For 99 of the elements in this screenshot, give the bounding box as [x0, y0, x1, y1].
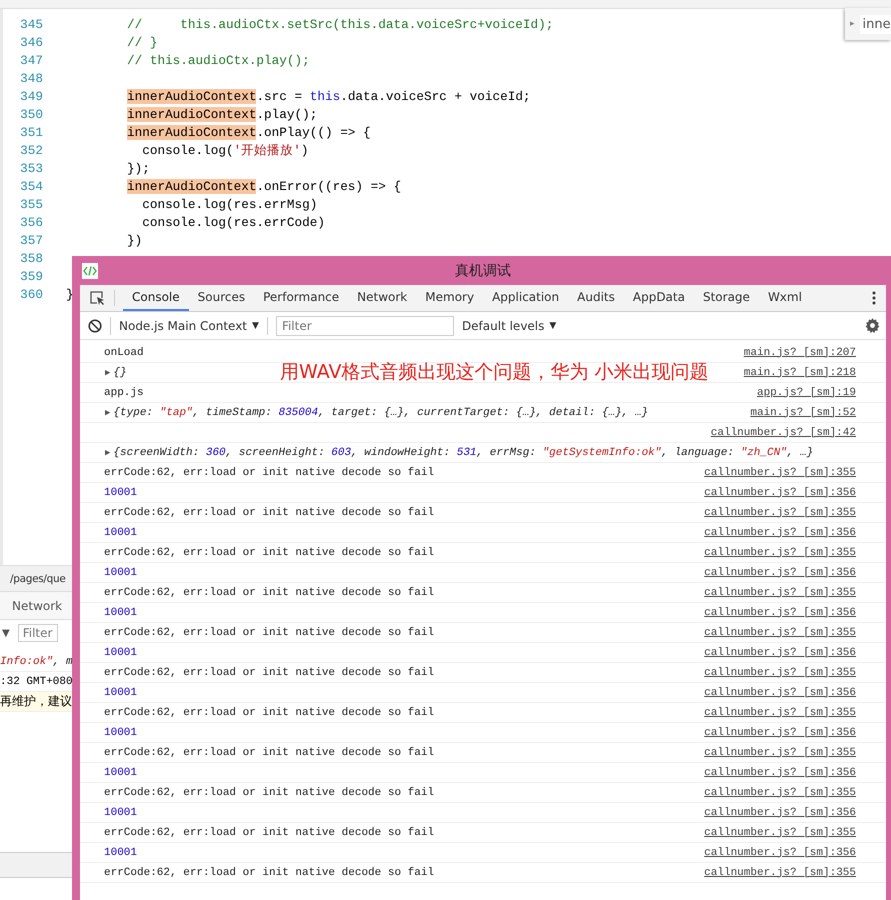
- code-line: // this.audioCtx.play();: [127, 52, 310, 68]
- filter-field[interactable]: Filter: [18, 624, 58, 642]
- code-icon: [82, 262, 98, 278]
- console-message: 10001: [104, 486, 138, 498]
- line-number: 349: [19, 88, 43, 104]
- console-message: errCode:62, err:load or init native decode so fail: [104, 786, 434, 798]
- line-number: 352: [19, 142, 43, 158]
- source-link[interactable]: main.js? [sm]:218: [744, 366, 856, 378]
- settings-icon[interactable]: [865, 318, 880, 333]
- line-number: 351: [19, 124, 43, 140]
- console-message: errCode:62, err:load or init native decode so fail: [104, 826, 434, 838]
- console-message: errCode:62, err:load or init native decode so fail: [104, 866, 434, 878]
- code-line: innerAudioContext.onError((res) => {: [127, 178, 402, 194]
- console-message: errCode:62, err:load or init native decode so fail: [104, 546, 434, 558]
- devtools-tab[interactable]: Audits: [568, 285, 624, 311]
- source-link[interactable]: callnumber.js? [sm]:356: [704, 526, 856, 538]
- console-message: 10001: [104, 766, 138, 778]
- source-link[interactable]: callnumber.js? [sm]:356: [704, 566, 856, 578]
- expand-arrow[interactable]: ▶: [105, 408, 110, 418]
- context-dropdown[interactable]: Node.js Main Context ▼: [119, 318, 259, 332]
- devtools-tab[interactable]: Memory: [416, 285, 484, 311]
- line-number: 348: [19, 70, 43, 86]
- console-message: 10001: [104, 806, 138, 818]
- clear-icon[interactable]: [88, 318, 102, 332]
- line-number: 355: [19, 196, 43, 212]
- line-number: 345: [19, 16, 43, 32]
- line-number: 350: [19, 106, 43, 122]
- source-link[interactable]: callnumber.js? [sm]:355: [704, 466, 856, 478]
- console-message: 10001: [104, 846, 138, 858]
- console-message: {type: "tap", timeStamp: 835004, target: {…}, currentTarget: {…}, detail: {…}, …}: [113, 406, 648, 418]
- line-number: 360: [19, 286, 43, 302]
- window-title: 真机调试: [455, 262, 511, 280]
- console-message: onLoad: [104, 346, 144, 358]
- code-line: console.log(res.errMsg): [141, 196, 318, 212]
- console-message: errCode:62, err:load or init native decode so fail: [104, 626, 434, 638]
- source-link[interactable]: callnumber.js? [sm]:355: [704, 786, 856, 798]
- source-link[interactable]: callnumber.js? [sm]:355: [704, 626, 856, 638]
- source-link[interactable]: main.js? [sm]:52: [750, 406, 856, 418]
- console-message: 10001: [104, 606, 138, 618]
- expand-arrow[interactable]: ▶: [105, 448, 110, 458]
- code-line: // this.audioCtx.setSrc(this.data.voiceSrc+voiceId);: [127, 16, 554, 32]
- line-number: 354: [19, 178, 43, 194]
- console-message: app.js: [104, 386, 144, 398]
- source-link[interactable]: callnumber.js? [sm]:356: [704, 726, 856, 738]
- devtools-tab[interactable]: Network: [348, 285, 416, 311]
- filter-field[interactable]: Filter: [276, 316, 454, 336]
- devtools-tab[interactable]: Sources: [188, 285, 254, 311]
- devtools-tab[interactable]: Wxml: [758, 285, 811, 311]
- source-link[interactable]: callnumber.js? [sm]:355: [704, 506, 856, 518]
- dropdown-arrow[interactable]: ▼: [2, 628, 10, 638]
- source-link[interactable]: app.js? [sm]:19: [756, 386, 856, 398]
- console-message: 10001: [104, 526, 138, 538]
- levels-dropdown[interactable]: Default levels ▼: [462, 318, 556, 332]
- code-line: }): [127, 232, 142, 248]
- devtools-tab[interactable]: AppData: [624, 285, 694, 311]
- source-link[interactable]: callnumber.js? [sm]:355: [704, 546, 856, 558]
- expand-arrow[interactable]: ▶: [105, 368, 110, 378]
- source-link[interactable]: main.js? [sm]:207: [744, 346, 856, 358]
- console-message: {}: [113, 366, 127, 378]
- line-number: 359: [19, 268, 43, 284]
- devtools-tab[interactable]: Console: [123, 285, 189, 311]
- console-message: errCode:62, err:load or init native decode so fail: [104, 466, 434, 478]
- source-link[interactable]: callnumber.js? [sm]:355: [704, 826, 856, 838]
- line-number: 353: [19, 160, 43, 176]
- code-line: innerAudioContext.src = this.data.voiceSrc + voiceId;: [127, 88, 531, 104]
- annotation-text: 用WAV格式音频出现这个问题，华为 小米出现问题: [280, 360, 709, 385]
- line-number: 347: [19, 52, 43, 68]
- console-message: 10001: [104, 726, 138, 738]
- code-line: }: [66, 286, 74, 302]
- source-link[interactable]: callnumber.js? [sm]:355: [704, 866, 856, 878]
- devtools-tab[interactable]: Storage: [694, 285, 759, 311]
- source-link[interactable]: callnumber.js? [sm]:356: [704, 846, 856, 858]
- source-link[interactable]: callnumber.js? [sm]:356: [704, 606, 856, 618]
- line-number: 346: [19, 34, 43, 50]
- code-line: innerAudioContext.play();: [127, 106, 318, 122]
- code-line: innerAudioContext.onPlay(() => {: [127, 124, 371, 140]
- code-line: // }: [127, 34, 158, 50]
- console-message: 10001: [104, 566, 138, 578]
- source-link[interactable]: callnumber.js? [sm]:356: [704, 806, 856, 818]
- code-line: console.log(res.errCode): [141, 214, 325, 230]
- source-link[interactable]: callnumber.js? [sm]:356: [704, 486, 856, 498]
- code-line: console.log('开始播放'): [141, 142, 308, 158]
- line-number: 356: [19, 214, 43, 230]
- line-number: 358: [19, 250, 43, 266]
- source-link[interactable]: callnumber.js? [sm]:356: [704, 766, 856, 778]
- panel-tab[interactable]: Network: [12, 598, 62, 612]
- source-link[interactable]: callnumber.js? [sm]:355: [704, 746, 856, 758]
- source-link[interactable]: callnumber.js? [sm]:42: [710, 426, 856, 438]
- console-message: errCode:62, err:load or init native decode so fail: [104, 746, 434, 758]
- source-link[interactable]: callnumber.js? [sm]:355: [704, 586, 856, 598]
- devtools-tab[interactable]: Application: [483, 285, 568, 311]
- line-number: 357: [19, 232, 43, 248]
- search-text[interactable]: inne: [860, 14, 891, 34]
- page-path: /pages/que: [10, 572, 66, 584]
- console-message: errCode:62, err:load or init native decode so fail: [104, 506, 434, 518]
- code-line: });: [127, 160, 150, 176]
- console-message: {screenWidth: 360, screenHeight: 603, windowHeight: 531, errMsg: "getSystemInfo:ok", language: "zh_CN", …}: [113, 446, 814, 458]
- devtools-tab[interactable]: Performance: [254, 285, 348, 311]
- console-message: errCode:62, err:load or init native decode so fail: [104, 586, 434, 598]
